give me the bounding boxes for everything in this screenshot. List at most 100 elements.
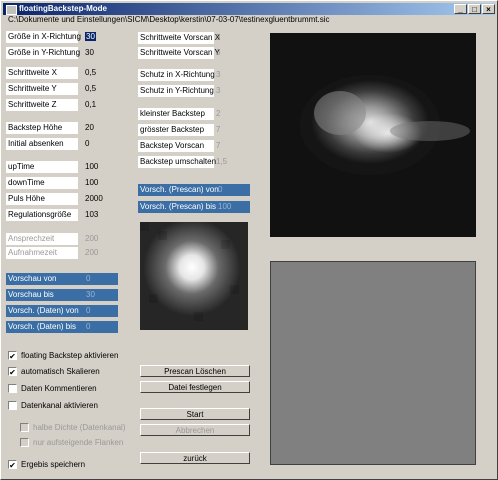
option-checkbox[interactable]: Daten Kommentieren xyxy=(8,383,97,395)
preview-field[interactable]: Vorschau bis 30 xyxy=(6,289,118,301)
param-value[interactable]: 3 xyxy=(216,47,220,59)
checkbox-label: Daten Kommentieren xyxy=(21,384,97,393)
param-label: Aufnahmezeit xyxy=(6,247,78,259)
maximize-button[interactable]: □ xyxy=(468,4,481,14)
scan-image-graphic xyxy=(270,33,476,237)
param-label: downTime xyxy=(6,177,78,189)
param-label: Regulationsgröße xyxy=(6,209,78,221)
param-value[interactable]: 2 xyxy=(216,108,220,120)
param-label: upTime xyxy=(6,161,78,173)
param-value-field[interactable]: 0,1 xyxy=(85,99,96,111)
abbrechen-button[interactable]: Abbrechen xyxy=(140,424,250,436)
param-value: 100 xyxy=(85,178,99,187)
param-value-field[interactable]: 0,5 xyxy=(85,83,96,95)
start-button[interactable]: Start xyxy=(140,408,250,420)
close-button[interactable]: × xyxy=(482,4,495,14)
checkbox-label: Datenkanal aktivieren xyxy=(21,401,98,410)
preview-label: Vorschau von xyxy=(8,274,57,283)
param-value-field[interactable]: 100 xyxy=(85,177,98,189)
param-value-field[interactable]: 30 xyxy=(85,47,94,59)
param-label: grösster Backstep xyxy=(138,124,214,136)
checkmark-icon[interactable]: ✔ xyxy=(8,351,17,361)
checkbox-label: Ergebis speichern xyxy=(21,460,86,469)
window-title: floatingBackstep-Mode xyxy=(19,4,108,13)
checkbox-box xyxy=(20,423,29,433)
preview-label: Vorschau bis xyxy=(8,290,54,299)
checkbox-label: halbe Dichte (Datenkanal) xyxy=(33,423,126,432)
param-value[interactable]: 7 xyxy=(216,124,220,136)
param-label: Ansprechzeit xyxy=(6,233,78,245)
option-checkbox: halbe Dichte (Datenkanal) xyxy=(20,422,126,434)
param-label: Schrittweite Vorscan Y xyxy=(138,47,220,59)
param-label: Schrittweite X xyxy=(6,67,78,79)
preview-field[interactable]: Vorschau von 0 xyxy=(6,273,118,285)
param-label: Puls Höhe xyxy=(6,193,78,205)
param-value: 30 xyxy=(85,48,94,57)
option-checkbox[interactable]: ✔ Ergebis speichern xyxy=(8,459,85,471)
preview-value: 0 xyxy=(86,274,91,283)
param-value-field[interactable]: 100 xyxy=(85,161,98,173)
param-value[interactable]: 7 xyxy=(216,140,220,152)
param-label: kleinster Backstep xyxy=(138,108,214,120)
param-value: 2000 xyxy=(85,194,103,203)
option-checkbox: nur aufsteigende Flanken xyxy=(20,437,123,449)
param-value: 0 xyxy=(85,139,90,148)
param-value-field[interactable]: 200 xyxy=(85,233,98,245)
prescan-image-graphic xyxy=(140,222,248,330)
checkbox-box[interactable] xyxy=(8,384,17,394)
checkbox-label: automatisch Skalieren xyxy=(21,367,100,376)
preview-label: Vorsch. (Daten) von xyxy=(8,306,79,315)
param-label: Backstep Höhe xyxy=(6,122,78,134)
file-path: C:\Dokumente und Einstellungen\SICM\Desk… xyxy=(8,15,330,24)
param-value: 103 xyxy=(85,210,99,219)
param-value[interactable]: 3 xyxy=(216,69,220,81)
option-checkbox[interactable]: ✔ automatisch Skalieren xyxy=(8,366,100,378)
param-label: Backstep umschalten xyxy=(138,156,217,168)
param-label: Schutz in Y-Richtung xyxy=(138,85,214,97)
param-value[interactable]: 3 xyxy=(216,32,220,44)
param-value-field[interactable]: 20 xyxy=(85,122,94,134)
prescan-loeschen-button[interactable]: Prescan Löschen xyxy=(140,365,250,377)
param-label: Schutz in X-Richtung xyxy=(138,69,215,81)
checkmark-icon[interactable]: ✔ xyxy=(8,460,17,470)
param-label: Größe in X-Richtung xyxy=(6,31,81,43)
param-value-field[interactable]: 2000 xyxy=(85,193,103,205)
scan-preview-image xyxy=(270,33,476,237)
param-value[interactable]: 1,5 xyxy=(216,156,227,168)
param-label: Schrittweite Y xyxy=(6,83,78,95)
zurueck-button[interactable]: zurück xyxy=(140,452,250,464)
param-value: 200 xyxy=(85,248,99,257)
param-value: 20 xyxy=(85,123,94,132)
param-value: 0,5 xyxy=(85,84,97,93)
param-value: 0,1 xyxy=(85,100,97,109)
option-checkbox[interactable]: ✔ floating Backstep aktivieren xyxy=(8,350,118,362)
param-value-field[interactable]: 30 xyxy=(85,31,96,43)
result-image-area xyxy=(270,261,476,465)
preview-value: 0 xyxy=(86,306,91,315)
prescan-preview-image xyxy=(140,222,248,330)
param-value-field[interactable]: 0,5 xyxy=(85,67,96,79)
preview-field[interactable]: Vorsch. (Daten) von 0 xyxy=(6,305,118,317)
checkmark-icon[interactable]: ✔ xyxy=(8,367,17,377)
param-label: Schrittweite Z xyxy=(6,99,78,111)
preview-value: 0 xyxy=(86,322,91,331)
datei-festlegen-button[interactable]: Datei festlegen xyxy=(140,381,250,393)
checkbox-box[interactable] xyxy=(8,401,17,411)
param-value-field[interactable]: 200 xyxy=(85,247,98,259)
minimize-button[interactable]: _ xyxy=(454,4,467,14)
option-checkbox[interactable]: Datenkanal aktivieren xyxy=(8,400,98,412)
prescan-field[interactable]: Vorsch. (Prescan) von 0 xyxy=(138,184,250,196)
checkbox-box xyxy=(20,438,29,448)
param-label: Schrittweite Vorscan X xyxy=(138,32,221,44)
prescan-value: 0 xyxy=(218,185,223,194)
prescan-field[interactable]: Vorsch. (Prescan) bis 100 xyxy=(138,201,250,213)
prescan-label: Vorsch. (Prescan) bis xyxy=(140,202,217,211)
prescan-label: Vorsch. (Prescan) von xyxy=(140,185,219,194)
param-value-field[interactable]: 103 xyxy=(85,209,98,221)
checkbox-label: floating Backstep aktivieren xyxy=(21,351,119,360)
param-value[interactable]: 3 xyxy=(216,85,220,97)
title-bar: floatingBackstep-Mode _ □ × xyxy=(3,3,495,15)
param-value-field[interactable]: 0 xyxy=(85,138,89,150)
preview-field[interactable]: Vorsch. (Daten) bis 0 xyxy=(6,321,118,333)
param-value: 200 xyxy=(85,234,99,243)
